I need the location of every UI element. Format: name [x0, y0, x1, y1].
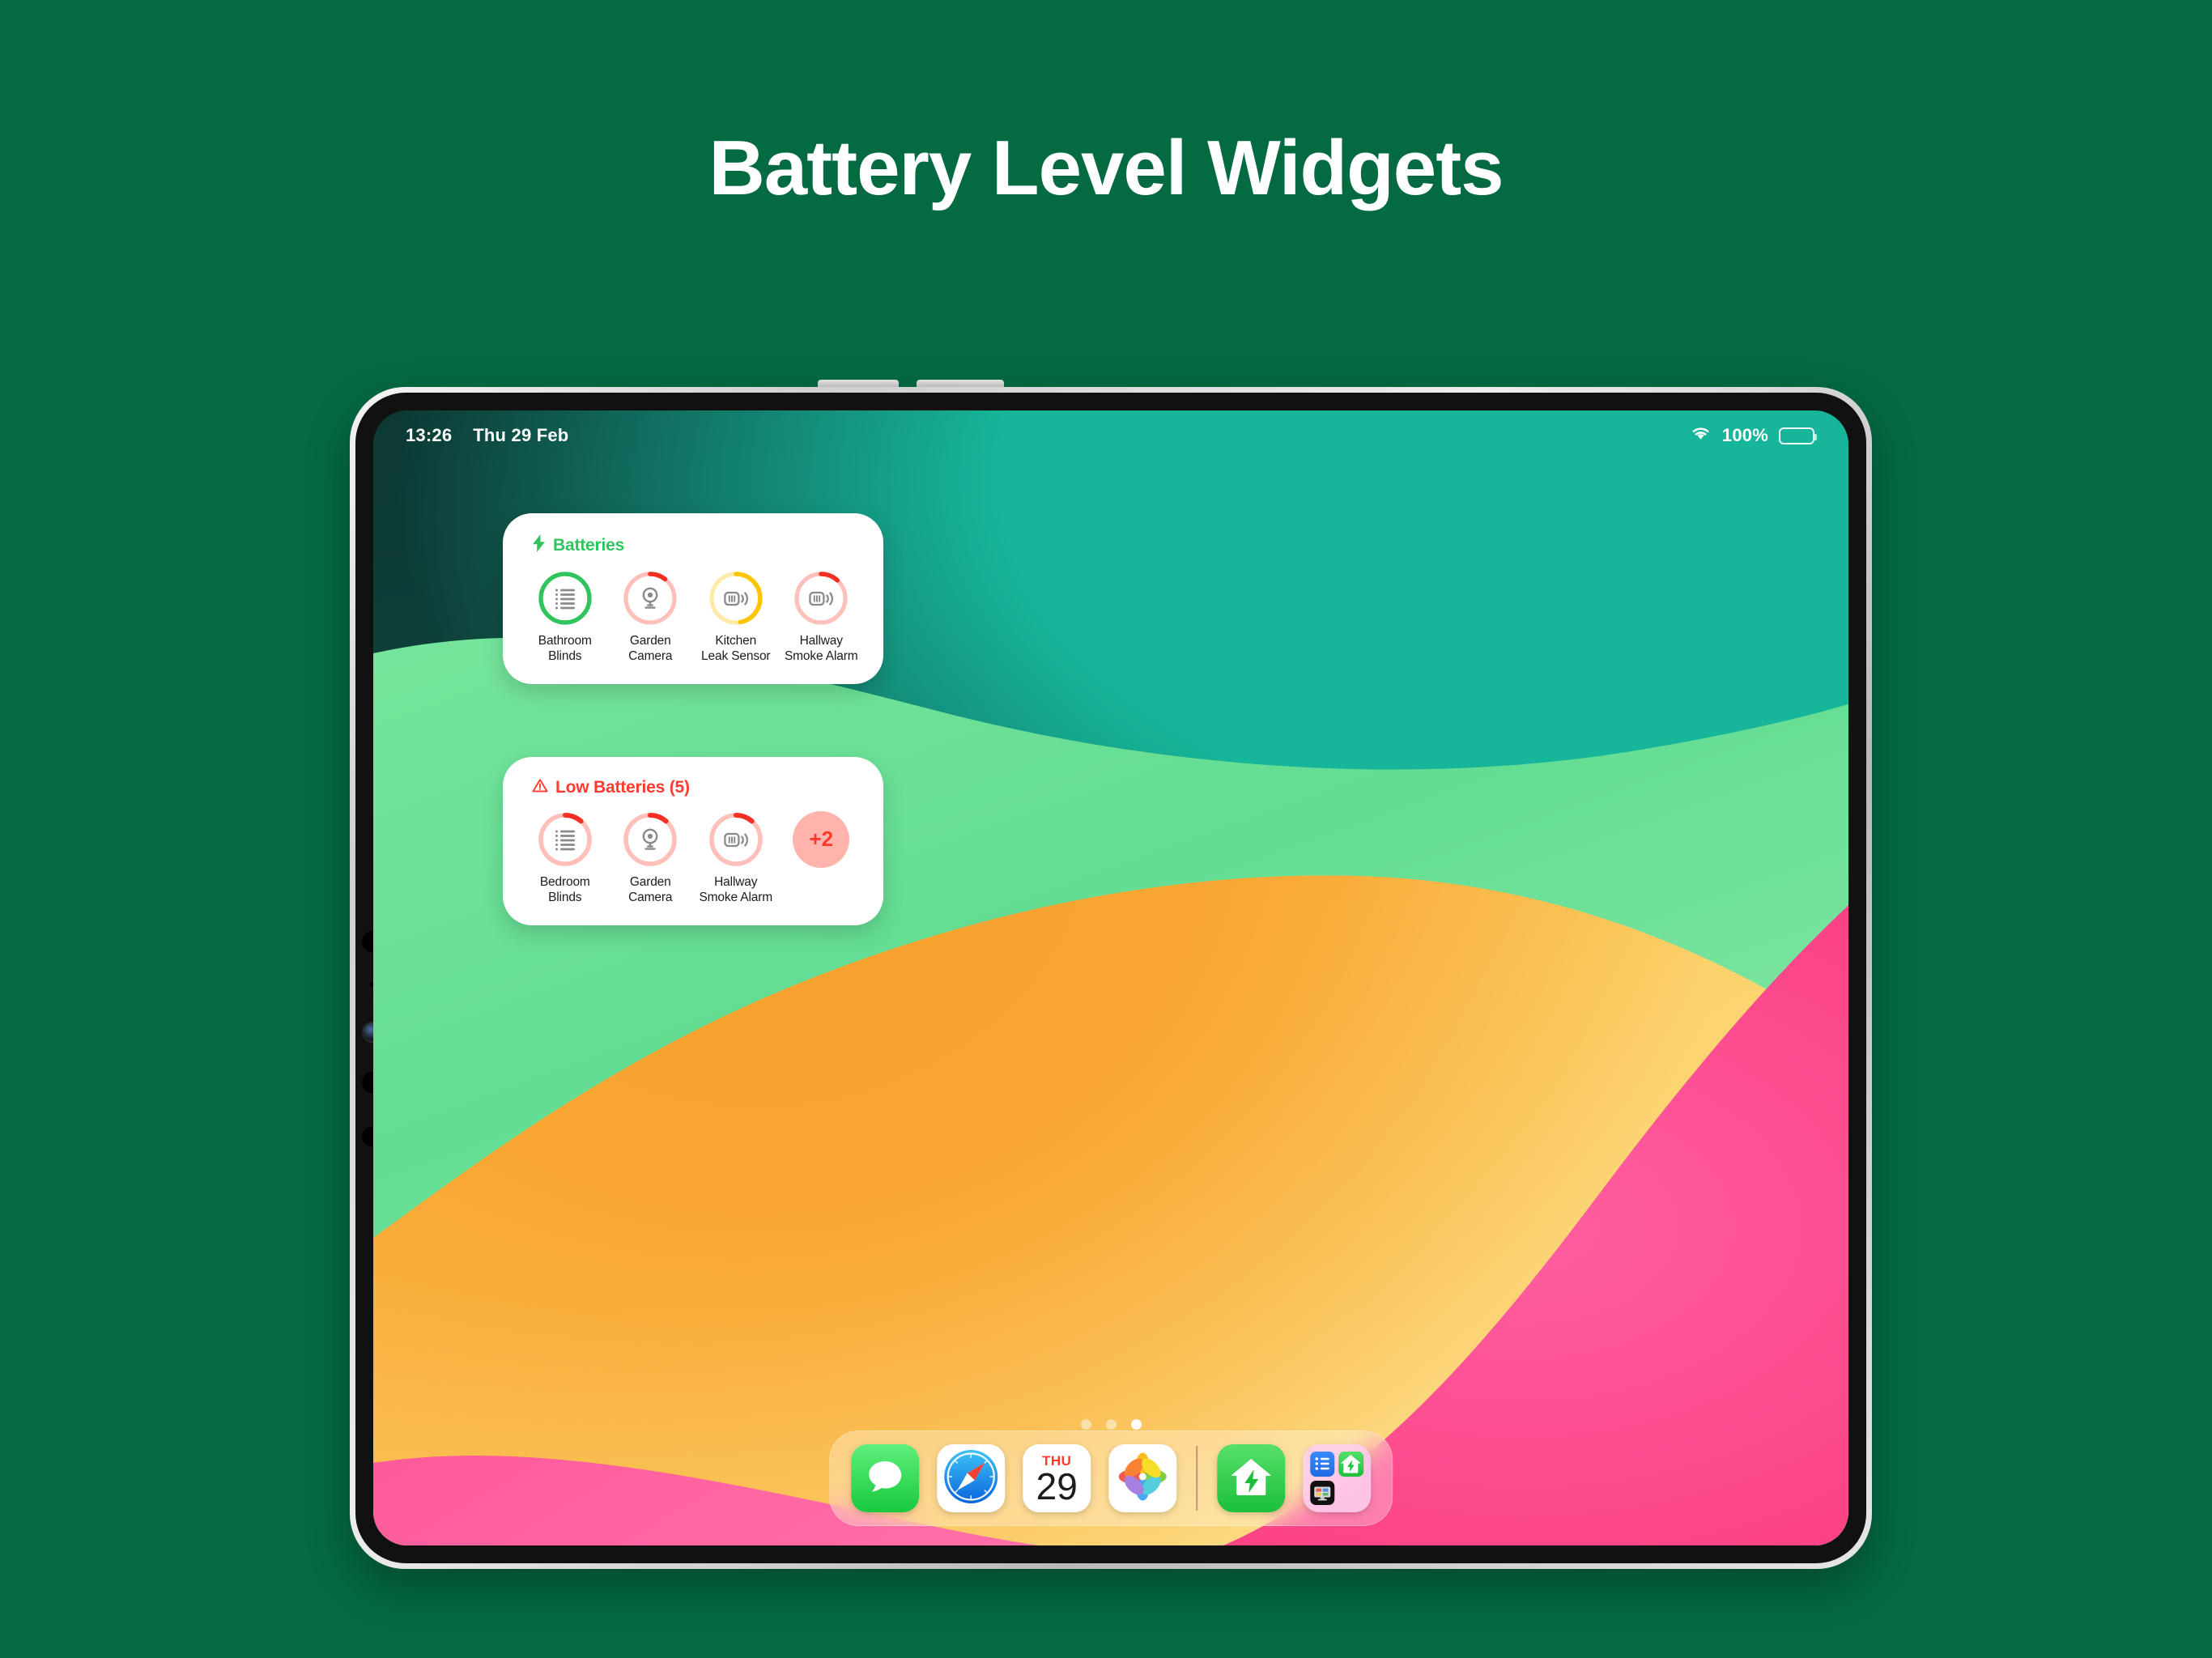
display-icon: [1309, 1480, 1335, 1505]
label-line-2: Leak Sensor: [701, 648, 771, 663]
page-indicator: [373, 1419, 1848, 1430]
dock-app-safari[interactable]: [937, 1444, 1006, 1512]
safari-icon: [940, 1446, 1002, 1511]
widget-stack: Batteries Bathroom Blinds Garden Camera …: [503, 513, 883, 925]
label-line-1: Bathroom: [538, 634, 592, 648]
blinds-icon: [537, 811, 593, 868]
label-line-1: Garden: [629, 634, 671, 648]
wifi-icon: [1690, 425, 1712, 446]
battery-ring: [708, 811, 764, 868]
page-title: Battery Level Widgets: [708, 125, 1504, 211]
status-bar: 13:26 Thu 29 Feb 100%: [373, 410, 1848, 461]
calendar-day: 29: [1036, 1465, 1078, 1507]
battery-item[interactable]: Bedroom Blinds: [522, 811, 608, 906]
label-line-1: Hallway: [714, 874, 758, 889]
home-bolt-icon: [1228, 1454, 1274, 1503]
warning-triangle-icon: [532, 778, 548, 798]
label-line-2: Blinds: [548, 648, 582, 663]
camera-icon: [622, 570, 678, 627]
battery-full-icon: [1779, 427, 1817, 444]
leak-sensor-icon: [708, 570, 764, 627]
status-bar-right: 100%: [1690, 425, 1817, 446]
battery-item-label: Hallway Smoke Alarm: [785, 634, 858, 665]
home-bolt-icon: [1338, 1452, 1363, 1477]
page-root: Battery Level Widgets 13:26 Thu 29 Feb 1…: [0, 0, 2212, 1658]
messages-icon: [863, 1455, 907, 1503]
battery-ring: [708, 570, 764, 627]
dock: THU 29: [829, 1431, 1393, 1526]
battery-item-label: Hallway Smoke Alarm: [699, 875, 772, 906]
label-line-1: Garden: [629, 874, 671, 889]
label-line-2: Camera: [628, 648, 673, 663]
battery-overflow[interactable]: +2: [779, 810, 865, 868]
dock-divider: [1196, 1446, 1197, 1511]
device-screen: 13:26 Thu 29 Feb 100% Batteries Bathroom…: [373, 410, 1848, 1545]
widget-low-batteries-items: Bedroom Blinds Garden Camera Hallway Smo…: [522, 810, 865, 906]
battery-item-label: Kitchen Leak Sensor: [701, 634, 771, 665]
battery-item-label: Garden Camera: [628, 634, 672, 665]
battery-ring: [537, 811, 593, 868]
battery-item-label: Garden Camera: [628, 875, 672, 906]
label-line-2: Smoke Alarm: [699, 890, 773, 904]
label-line-1: Hallway: [799, 634, 843, 648]
widget-batteries-title: Batteries: [553, 536, 625, 555]
dock-app-folder[interactable]: [1302, 1444, 1371, 1512]
dock-app-calendar[interactable]: THU 29: [1023, 1444, 1091, 1512]
smoke-alarm-icon: [708, 811, 764, 868]
widget-low-batteries-title: Low Batteries (5): [555, 778, 690, 797]
battery-ring: [537, 570, 593, 627]
battery-percent-label: 100%: [1721, 425, 1768, 445]
battery-item-label: Bathroom Blinds: [538, 634, 592, 665]
status-time: 13:26: [406, 425, 453, 445]
dock-app-photos[interactable]: [1108, 1444, 1177, 1512]
label-line-2: Blinds: [548, 890, 582, 904]
battery-ring: [622, 570, 678, 627]
folder-empty-slot: [1338, 1481, 1363, 1506]
widget-low-batteries[interactable]: Low Batteries (5) Bedroom Blinds Garden …: [503, 756, 883, 925]
tablet-device: 13:26 Thu 29 Feb 100% Batteries Bathroom…: [350, 380, 1872, 1569]
list-icon: [1309, 1452, 1335, 1477]
battery-item[interactable]: Garden Camera: [608, 570, 694, 665]
dock-app-home-energy[interactable]: [1216, 1444, 1285, 1512]
status-date: Thu 29 Feb: [473, 425, 569, 445]
camera-icon: [622, 811, 678, 868]
bolt-icon: [532, 534, 546, 557]
battery-item[interactable]: Garden Camera: [608, 811, 694, 906]
dock-app-messages[interactable]: [851, 1444, 920, 1512]
label-line-2: Smoke Alarm: [784, 648, 858, 663]
page-dot[interactable]: [1105, 1419, 1117, 1430]
photos-icon: [1116, 1450, 1169, 1507]
status-bar-left: 13:26 Thu 29 Feb: [406, 425, 568, 446]
battery-item[interactable]: Hallway Smoke Alarm: [693, 811, 779, 906]
battery-overflow-count: +2: [793, 810, 850, 868]
battery-ring: [622, 811, 678, 868]
battery-item[interactable]: Bathroom Blinds: [522, 570, 608, 665]
battery-item[interactable]: Kitchen Leak Sensor: [693, 570, 779, 665]
widget-batteries[interactable]: Batteries Bathroom Blinds Garden Camera …: [503, 513, 883, 684]
page-dot[interactable]: [1080, 1419, 1091, 1430]
widget-batteries-header: Batteries: [532, 534, 864, 557]
widget-batteries-items: Bathroom Blinds Garden Camera Kitchen Le…: [522, 570, 864, 665]
label-line-1: Kitchen: [715, 634, 757, 648]
label-line-2: Camera: [628, 890, 673, 904]
blinds-icon: [537, 570, 593, 627]
widget-low-batteries-header: Low Batteries (5): [532, 778, 864, 798]
battery-item[interactable]: Hallway Smoke Alarm: [779, 570, 865, 665]
battery-item-label: Bedroom Blinds: [540, 875, 590, 906]
page-dot-active[interactable]: [1130, 1419, 1142, 1430]
label-line-1: Bedroom: [539, 874, 590, 889]
battery-ring: [793, 570, 849, 627]
smoke-alarm-icon: [793, 570, 849, 627]
